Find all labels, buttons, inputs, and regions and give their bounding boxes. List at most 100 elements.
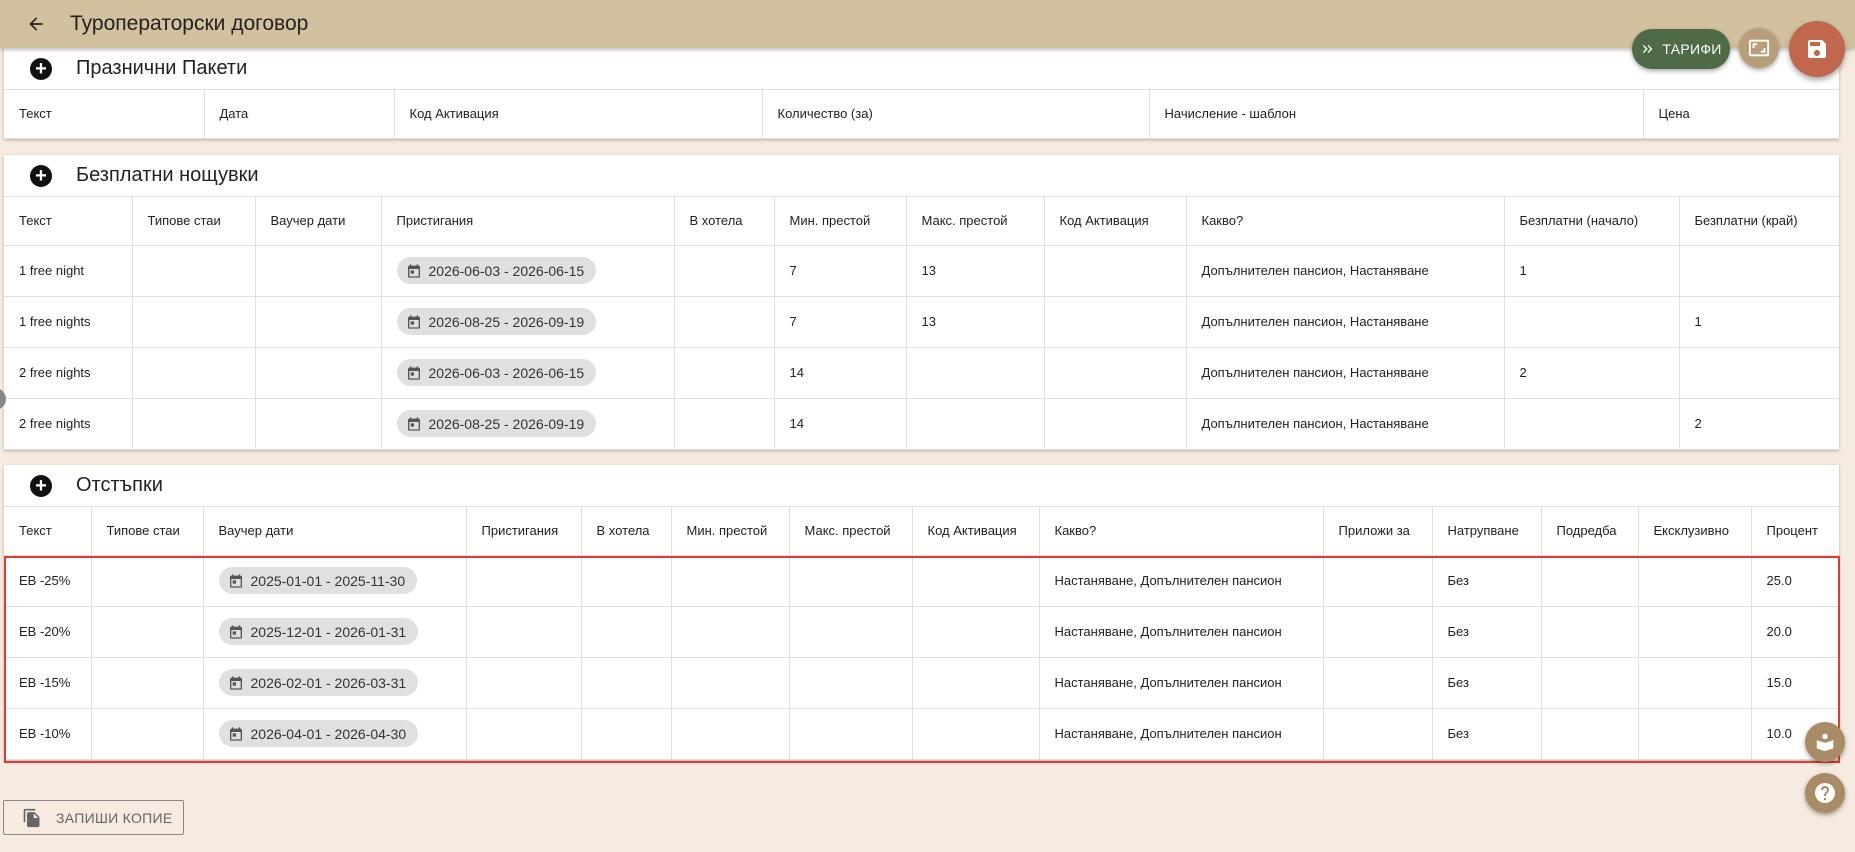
discount-cell[interactable]: EB -20% <box>4 606 92 658</box>
discount-column-header[interactable]: Мин. престой <box>671 507 790 556</box>
discount-column-header[interactable]: Подредба <box>1541 507 1639 556</box>
discount-cell[interactable] <box>91 708 204 760</box>
free-nights-cell[interactable] <box>906 347 1045 399</box>
free-nights-cell[interactable]: 7 <box>774 296 907 348</box>
discount-column-header[interactable]: Ваучер дати <box>203 507 467 556</box>
discount-cell[interactable] <box>581 606 672 658</box>
date-range-chip[interactable]: 2025-12-01 - 2026-01-31 <box>218 618 419 645</box>
free-nights-cell[interactable]: 13 <box>906 296 1045 348</box>
free-nights-cell[interactable]: 2 free nights <box>4 398 133 450</box>
free-nights-cell[interactable] <box>674 398 775 450</box>
free-nights-cell[interactable]: 2 <box>1679 398 1839 450</box>
discount-cell[interactable]: Настаняване, Допълнителен пансион <box>1039 606 1324 658</box>
free-nights-cell[interactable]: 7 <box>774 245 907 297</box>
free-nights-column-header[interactable]: Какво? <box>1186 197 1505 246</box>
add-free-night-icon[interactable]: + <box>30 164 52 187</box>
discount-cell[interactable] <box>1541 708 1639 760</box>
free-nights-cell[interactable]: Допълнителен пансион, Настаняване <box>1186 296 1505 348</box>
free-nights-column-header[interactable]: Макс. престой <box>906 197 1045 246</box>
discount-cell[interactable] <box>1638 708 1752 760</box>
free-nights-cell[interactable] <box>255 245 382 297</box>
free-nights-cell[interactable]: 2 free nights <box>4 347 133 399</box>
free-nights-cell[interactable]: 13 <box>906 245 1045 297</box>
discount-column-header[interactable]: Процент <box>1751 507 1839 556</box>
free-nights-cell[interactable]: 2026-08-25 - 2026-09-19 <box>381 296 675 348</box>
discount-cell[interactable] <box>1638 657 1752 709</box>
free-nights-cell[interactable] <box>1044 296 1187 348</box>
free-nights-column-header[interactable]: Ваучер дати <box>255 197 382 246</box>
free-nights-cell[interactable] <box>255 398 382 450</box>
free-nights-column-header[interactable]: В хотела <box>674 197 775 246</box>
discount-cell[interactable] <box>912 606 1040 658</box>
discount-cell[interactable] <box>671 708 790 760</box>
discount-column-header[interactable]: Типове стаи <box>91 507 204 556</box>
discount-cell[interactable] <box>671 606 790 658</box>
free-nights-cell[interactable]: Допълнителен пансион, Настаняване <box>1186 347 1505 399</box>
discount-cell[interactable] <box>671 657 790 709</box>
free-nights-cell[interactable] <box>1044 398 1187 450</box>
discount-cell[interactable] <box>789 606 913 658</box>
discount-cell[interactable] <box>789 555 913 607</box>
discount-cell[interactable] <box>581 657 672 709</box>
discount-column-header[interactable]: Приложи за <box>1323 507 1433 556</box>
discount-cell[interactable]: Настаняване, Допълнителен пансион <box>1039 657 1324 709</box>
free-nights-cell[interactable]: 1 free night <box>4 245 133 297</box>
discount-cell[interactable]: Без <box>1432 555 1542 607</box>
discount-cell[interactable]: 2025-01-01 - 2025-11-30 <box>203 555 467 607</box>
free-nights-column-header[interactable]: Мин. престой <box>774 197 907 246</box>
discount-cell[interactable]: 2025-12-01 - 2026-01-31 <box>203 606 467 658</box>
discount-column-header[interactable]: Какво? <box>1039 507 1324 556</box>
discount-cell[interactable] <box>912 555 1040 607</box>
discount-row[interactable]: EB -25% 2025-01-01 - 2025-11-30 Настаняван… <box>4 555 1839 607</box>
date-range-chip[interactable]: 2026-06-03 - 2026-06-15 <box>396 359 597 386</box>
discount-cell[interactable] <box>581 708 672 760</box>
discount-cell[interactable] <box>1541 657 1639 709</box>
discount-cell[interactable] <box>789 657 913 709</box>
discount-cell[interactable] <box>466 708 582 760</box>
add-holiday-package-icon[interactable]: + <box>30 57 52 80</box>
date-range-chip[interactable]: 2026-08-25 - 2026-09-19 <box>396 410 597 437</box>
discount-cell[interactable] <box>1323 555 1433 607</box>
free-nights-cell[interactable]: Допълнителен пансион, Настаняване <box>1186 398 1505 450</box>
free-nights-column-header[interactable]: Текст <box>4 197 133 246</box>
free-nights-row[interactable]: 1 free night 2026-06-03 - 2026-06-15 7 13 До… <box>4 245 1839 297</box>
free-nights-cell[interactable] <box>1044 245 1187 297</box>
free-nights-cell[interactable]: 14 <box>774 347 907 399</box>
discount-cell[interactable]: Настаняване, Допълнителен пансион <box>1039 708 1324 760</box>
holiday-column-header[interactable]: Количество (за) <box>762 90 1150 139</box>
free-nights-cell[interactable]: 1 <box>1679 296 1839 348</box>
holiday-column-header[interactable]: Код Активация <box>394 90 763 139</box>
discount-cell[interactable] <box>466 657 582 709</box>
discount-cell[interactable] <box>912 708 1040 760</box>
discount-cell[interactable] <box>789 708 913 760</box>
free-nights-cell[interactable] <box>906 398 1045 450</box>
discount-column-header[interactable]: Макс. престой <box>789 507 913 556</box>
guide-button[interactable] <box>1805 722 1845 762</box>
holiday-column-header[interactable]: Текст <box>4 90 205 139</box>
free-nights-cell[interactable] <box>674 296 775 348</box>
free-nights-cell[interactable] <box>1679 245 1839 297</box>
free-nights-cell[interactable]: Допълнителен пансион, Настаняване <box>1186 245 1505 297</box>
date-range-chip[interactable]: 2026-04-01 - 2026-04-30 <box>218 720 419 747</box>
fullscreen-button[interactable] <box>1739 28 1779 68</box>
discount-cell[interactable] <box>912 657 1040 709</box>
holiday-column-header[interactable]: Дата <box>204 90 395 139</box>
discount-cell[interactable] <box>1541 555 1639 607</box>
discount-cell[interactable]: 2026-04-01 - 2026-04-30 <box>203 708 467 760</box>
discount-cell[interactable]: EB -25% <box>4 555 92 607</box>
free-nights-cell[interactable] <box>1044 347 1187 399</box>
discount-row[interactable]: EB -20% 2025-12-01 - 2026-01-31 Настаняван… <box>4 606 1839 658</box>
discount-cell[interactable] <box>1323 606 1433 658</box>
save-copy-button[interactable]: ЗАПИШИ КОПИЕ <box>3 800 184 835</box>
discount-cell[interactable]: 15.0 <box>1751 657 1839 709</box>
discount-column-header[interactable]: В хотела <box>581 507 672 556</box>
free-nights-row[interactable]: 2 free nights 2026-06-03 - 2026-06-15 14 До… <box>4 347 1839 399</box>
free-nights-cell[interactable] <box>255 296 382 348</box>
discount-column-header[interactable]: Текст <box>4 507 92 556</box>
free-nights-column-header[interactable]: Безплатни (начало) <box>1504 197 1680 246</box>
free-nights-cell[interactable]: 1 free nights <box>4 296 133 348</box>
free-nights-cell[interactable] <box>674 347 775 399</box>
free-nights-cell[interactable] <box>1504 398 1680 450</box>
save-button[interactable] <box>1789 21 1845 77</box>
discount-cell[interactable] <box>1638 606 1752 658</box>
